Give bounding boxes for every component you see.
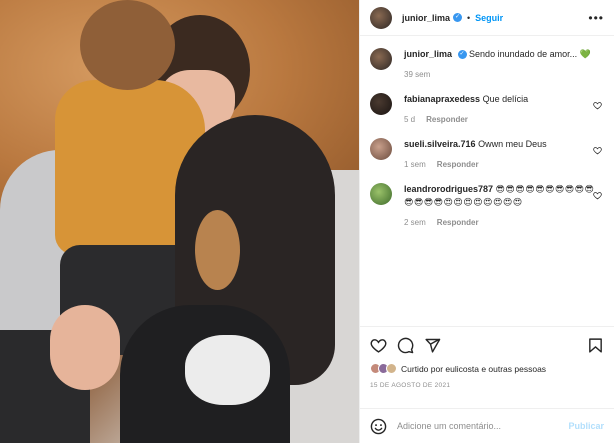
dachshund-chest [195,210,240,290]
list-item: fabianapraxedess Que delícia 5 d Respond… [370,93,604,124]
like-comment-heart-icon[interactable] [593,101,602,110]
verified-badge-icon: ✓ [457,50,467,60]
comment-input[interactable] [397,421,569,431]
like-comment-heart-icon[interactable] [593,146,602,155]
comment-time[interactable]: 2 sem [404,218,426,227]
follow-button[interactable]: Seguir [475,13,503,23]
comment-meta: 2 sem Responder [404,218,604,227]
avatar[interactable] [370,93,392,115]
comment-username[interactable]: fabianapraxedess [404,94,480,104]
post-header: junior_lima ✓ • Seguir ••• [360,0,614,36]
avatar[interactable] [370,138,392,160]
comment-body: Que delícia [482,94,529,104]
reply-button[interactable]: Responder [437,160,479,169]
comment-time[interactable]: 5 d [404,115,415,124]
like-heart-icon[interactable] [370,337,387,354]
bookmark-icon[interactable] [587,337,604,354]
likes-summary[interactable]: Curtido por eulicosta e outras pessoas [370,363,604,374]
publish-button[interactable]: Publicar [568,421,604,431]
like-comment-heart-icon[interactable] [593,191,602,200]
avatar [386,363,397,374]
reply-button[interactable]: Responder [437,218,479,227]
caption-body: Sendo inundado de amor... 💚 [469,49,591,59]
post-sidebar: junior_lima ✓ • Seguir ••• junior_lima ✓… [359,0,614,443]
more-options-icon[interactable]: ••• [588,11,604,25]
comment-text: leandrorodrigues787 😎😎😎😎😎😎😎😎😎😎😎😎😎😎😍😍😍😍😍😍… [404,183,604,209]
avatar[interactable] [370,6,392,29]
avatar[interactable] [370,48,392,70]
person-hand [50,305,120,390]
avatar[interactable] [370,183,392,205]
add-comment-bar: Publicar [360,408,614,443]
action-icons [370,334,604,356]
header-username[interactable]: junior_lima [402,13,450,23]
list-item: leandrorodrigues787 😎😎😎😎😎😎😎😎😎😎😎😎😎😎😍😍😍😍😍😍… [370,183,604,227]
comment-username[interactable]: leandrorodrigues787 [404,184,493,194]
comment-text: sueli.silveira.716 Owwn meu Deus [404,138,604,151]
post-actions: Curtido por eulicosta e outras pessoas 1… [360,326,614,389]
verified-badge-icon: ✓ [453,13,463,22]
share-paper-plane-icon[interactable] [424,337,441,354]
comment-username[interactable]: sueli.silveira.716 [404,139,476,149]
emoji-smiley-icon[interactable] [370,418,387,435]
comment-bubble-icon[interactable] [397,337,414,354]
comment-meta: 5 d Responder [404,115,604,124]
comments-list: junior_lima ✓ Sendo inundado de amor... … [360,36,614,348]
separator-dot: • [467,12,471,23]
post-date[interactable]: 15 DE AGOSTO DE 2021 [370,382,604,389]
post-photo[interactable] [0,0,359,443]
reply-button[interactable]: Responder [426,115,468,124]
list-item: sueli.silveira.716 Owwn meu Deus 1 sem R… [370,138,604,169]
caption-text: junior_lima ✓ Sendo inundado de amor... … [404,48,604,61]
child-hair [80,0,175,90]
caption-username[interactable]: junior_lima [404,49,452,59]
likes-text[interactable]: Curtido por eulicosta e outras pessoas [401,364,546,374]
caption-meta: 39 sem [404,70,604,79]
caption-time[interactable]: 39 sem [404,70,430,79]
comment-meta: 1 sem Responder [404,160,604,169]
boston-terrier-face [185,335,270,405]
comment-time[interactable]: 1 sem [404,160,426,169]
instagram-post: junior_lima ✓ • Seguir ••• junior_lima ✓… [0,0,614,443]
comment-text: fabianapraxedess Que delícia [404,93,604,106]
comment-body: Owwn meu Deus [478,139,547,149]
caption-row: junior_lima ✓ Sendo inundado de amor... … [370,48,604,79]
